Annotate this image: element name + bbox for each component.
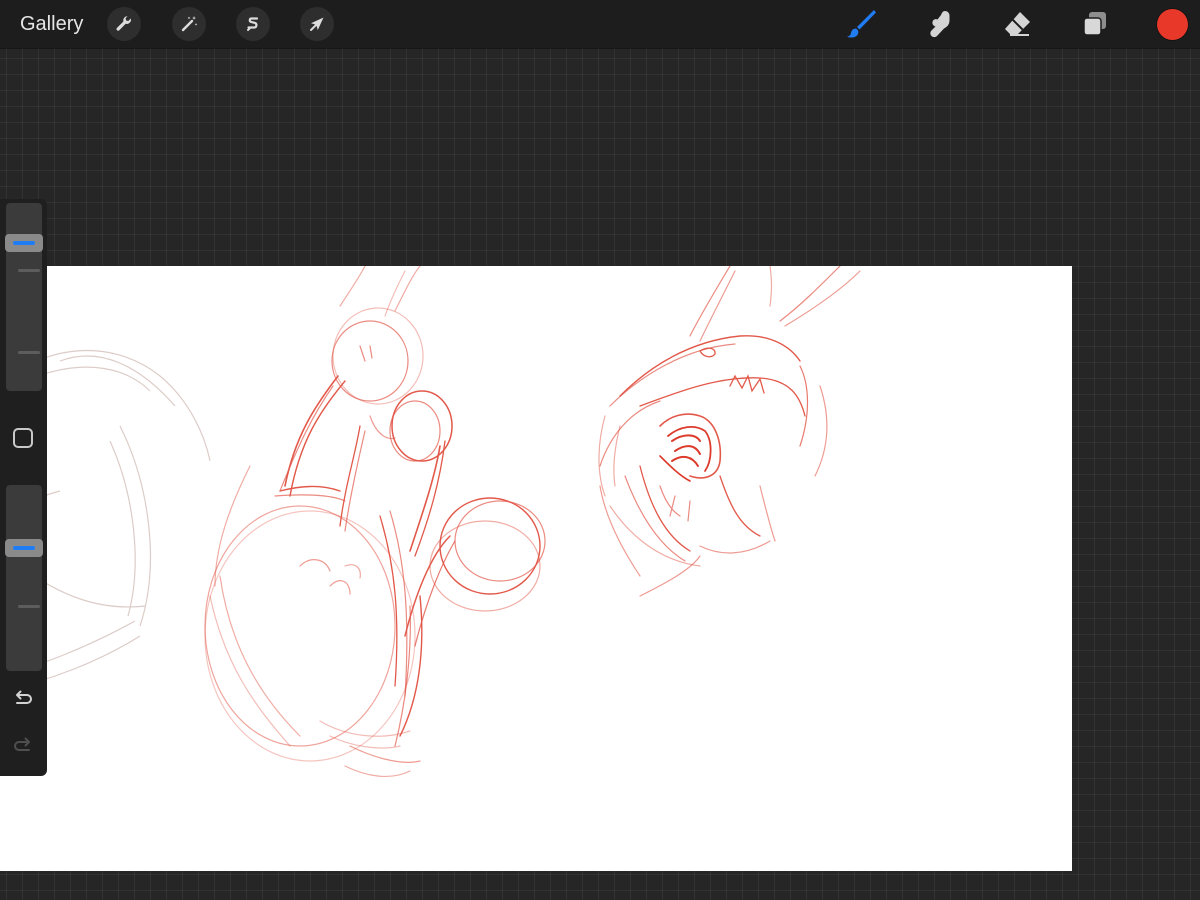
undo-icon — [16, 690, 32, 704]
wrench-icon — [116, 16, 131, 31]
sketch-artwork — [0, 266, 861, 777]
color-picker-button[interactable] — [1157, 9, 1188, 40]
selection-button[interactable] — [236, 7, 270, 41]
layers-icon — [1083, 12, 1106, 36]
smudge-finger-icon — [930, 11, 950, 38]
left-sidebar — [0, 199, 47, 776]
eraser-tool[interactable] — [999, 6, 1035, 42]
undo-button[interactable] — [10, 687, 36, 713]
open-mouth-creature-sketch — [598, 266, 861, 597]
slider-tick — [18, 269, 40, 272]
redo-button[interactable] — [10, 734, 36, 760]
brush-size-handle[interactable] — [5, 234, 43, 252]
arrow-cursor-icon — [310, 17, 324, 31]
brush-size-indicator — [13, 241, 35, 245]
selection-s-icon — [247, 17, 259, 31]
top-toolbar: Gallery — [0, 0, 1200, 48]
brush-size-slider[interactable] — [6, 203, 42, 391]
transform-button[interactable] — [300, 7, 334, 41]
actions-button[interactable] — [107, 7, 141, 41]
opacity-handle[interactable] — [5, 539, 43, 557]
gallery-button[interactable]: Gallery — [20, 12, 83, 36]
slider-tick — [18, 605, 40, 608]
brush-tool[interactable] — [843, 6, 879, 42]
modify-button[interactable] — [13, 428, 33, 448]
magic-wand-icon — [181, 16, 198, 32]
opacity-slider[interactable] — [6, 485, 42, 671]
smudge-tool[interactable] — [921, 6, 957, 42]
drawing-canvas[interactable] — [0, 266, 1072, 871]
layers-button[interactable] — [1077, 6, 1113, 42]
eraser-icon — [1005, 12, 1030, 36]
crouching-creature-sketch — [204, 266, 546, 777]
redo-icon — [14, 737, 30, 751]
slider-tick — [18, 351, 40, 354]
opacity-indicator — [13, 546, 35, 550]
brush-icon — [847, 10, 876, 38]
adjustments-button[interactable] — [172, 7, 206, 41]
